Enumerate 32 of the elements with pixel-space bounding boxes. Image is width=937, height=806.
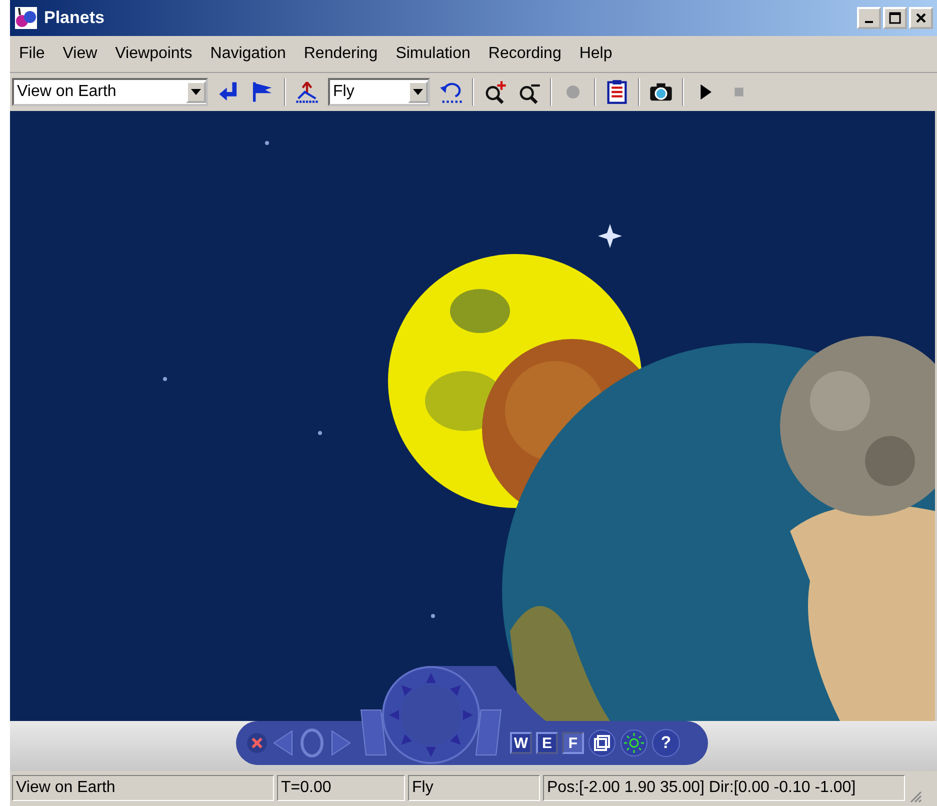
navigation-mode-select[interactable]: Fly — [328, 78, 430, 106]
dropdown-arrow-icon — [191, 89, 201, 95]
status-field: T=0.00 — [277, 775, 405, 801]
close-button[interactable] — [909, 7, 933, 29]
menu-item[interactable]: File — [10, 45, 54, 63]
app-icon — [14, 6, 38, 30]
dropdown-arrow-icon — [413, 89, 423, 95]
menu-item[interactable]: Viewpoints — [106, 45, 202, 63]
light-icon[interactable] — [620, 729, 648, 757]
status-field: Pos:[-2.00 1.90 35.00] Dir:[0.00 -0.10 -1.00] — [543, 775, 905, 801]
resize-grip-icon[interactable] — [908, 789, 922, 803]
maximize-button[interactable] — [883, 7, 907, 29]
mode-button[interactable]: W — [510, 732, 532, 754]
minimize-button[interactable] — [857, 7, 881, 29]
status-field: View on Earth — [12, 775, 274, 801]
menu-item[interactable]: View — [54, 45, 106, 63]
close-icon[interactable] — [246, 732, 268, 754]
menu-item[interactable]: Help — [570, 45, 622, 63]
menu-item[interactable]: Navigation — [201, 45, 295, 63]
minimize-icon — [865, 21, 873, 23]
maximize-icon — [889, 12, 901, 24]
mode-button[interactable]: F — [562, 732, 584, 754]
cube-view-icon[interactable] — [588, 729, 616, 757]
menu-item[interactable]: Recording — [479, 45, 570, 63]
mode-button[interactable]: E — [536, 732, 558, 754]
terrain-follow-icon[interactable] — [294, 79, 320, 105]
window-title: Planets — [44, 8, 106, 28]
menu-item[interactable]: Rendering — [294, 45, 387, 63]
menu-item[interactable]: Simulation — [386, 45, 480, 63]
viewpoint-select[interactable]: View on Earth — [12, 78, 208, 106]
status-field: Fly — [408, 775, 540, 801]
close-icon — [915, 12, 927, 24]
